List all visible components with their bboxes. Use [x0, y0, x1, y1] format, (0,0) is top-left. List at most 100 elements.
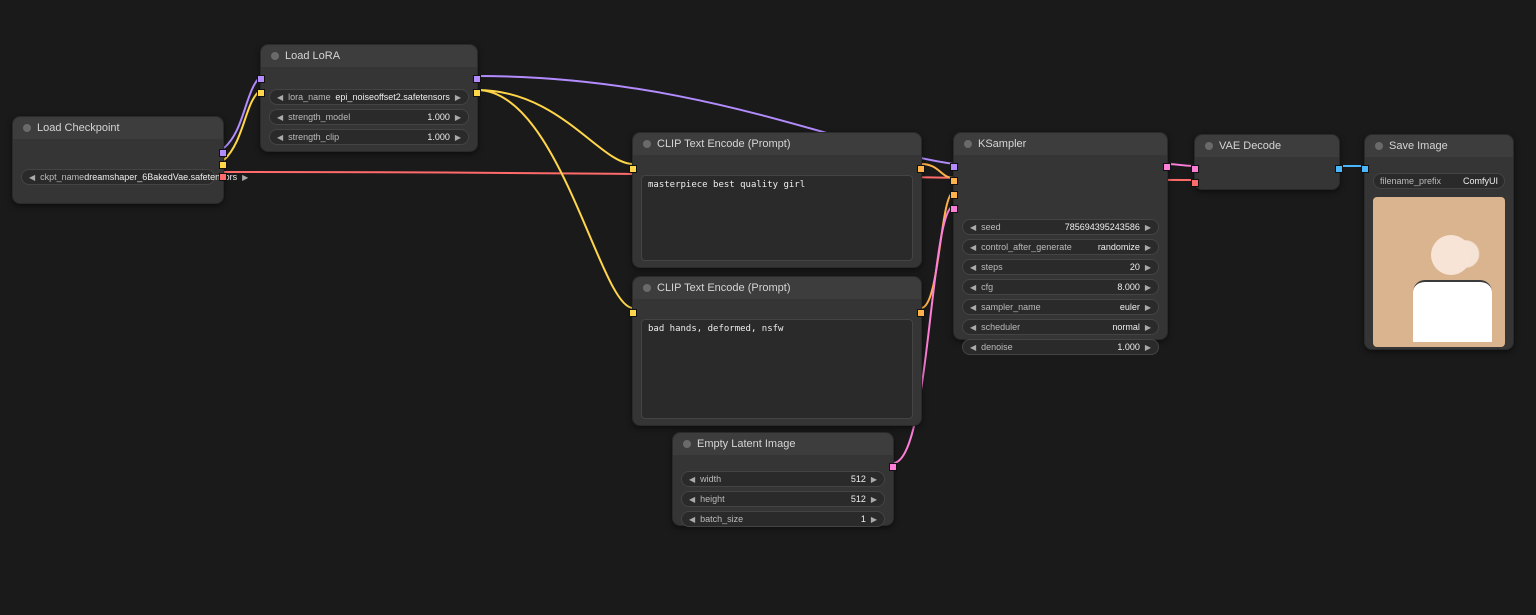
- output-image-preview[interactable]: [1373, 197, 1505, 347]
- widget-height[interactable]: ◀ height 512 ▶: [681, 491, 885, 507]
- node-load-checkpoint[interactable]: Load Checkpoint ◀ ckpt_name dreamshaper_…: [12, 116, 224, 204]
- node-header[interactable]: VAE Decode: [1195, 135, 1339, 157]
- widget-width[interactable]: ◀ width 512 ▶: [681, 471, 885, 487]
- port-clip-out[interactable]: [219, 161, 227, 169]
- port-samples-in[interactable]: [1191, 165, 1199, 173]
- prompt-textarea[interactable]: masterpiece best quality girl: [641, 175, 913, 261]
- port-vae-out[interactable]: [219, 173, 227, 181]
- widget-scheduler[interactable]: ◀ scheduler normal ▶: [962, 319, 1159, 335]
- node-empty-latent-image[interactable]: Empty Latent Image ◀ width 512 ▶ ◀ heigh…: [672, 432, 894, 526]
- port-clip-in[interactable]: [629, 165, 637, 173]
- widget-label: strength_model: [286, 112, 350, 122]
- collapse-dot-icon[interactable]: [271, 52, 279, 60]
- port-latent-in[interactable]: [950, 205, 958, 213]
- arrow-right-icon[interactable]: ▶: [868, 495, 880, 504]
- port-clip-in[interactable]: [629, 309, 637, 317]
- arrow-right-icon[interactable]: ▶: [1142, 303, 1154, 312]
- node-title: Load LoRA: [285, 50, 340, 62]
- collapse-dot-icon[interactable]: [643, 284, 651, 292]
- widget-value: 20: [1003, 262, 1142, 272]
- port-clip-out[interactable]: [473, 89, 481, 97]
- port-images-in[interactable]: [1361, 165, 1369, 173]
- port-negative-in[interactable]: [950, 191, 958, 199]
- arrow-left-icon[interactable]: ◀: [967, 343, 979, 352]
- arrow-right-icon[interactable]: ▶: [452, 113, 464, 122]
- widget-label: cfg: [979, 282, 993, 292]
- arrow-left-icon[interactable]: ◀: [274, 113, 286, 122]
- node-header[interactable]: Save Image: [1365, 135, 1513, 157]
- collapse-dot-icon[interactable]: [1375, 142, 1383, 150]
- node-ksampler[interactable]: KSampler ◀ seed 785694395243586 ▶ ◀ cont…: [953, 132, 1168, 340]
- arrow-left-icon[interactable]: ◀: [274, 133, 286, 142]
- port-clip-in[interactable]: [257, 89, 265, 97]
- arrow-right-icon[interactable]: ▶: [452, 133, 464, 142]
- node-header[interactable]: CLIP Text Encode (Prompt): [633, 133, 921, 155]
- widget-label: width: [698, 474, 721, 484]
- port-model-in[interactable]: [257, 75, 265, 83]
- widget-steps[interactable]: ◀ steps 20 ▶: [962, 259, 1159, 275]
- node-header[interactable]: KSampler: [954, 133, 1167, 155]
- node-clip-text-encode-negative[interactable]: CLIP Text Encode (Prompt) bad hands, def…: [632, 276, 922, 426]
- arrow-left-icon[interactable]: ◀: [686, 515, 698, 524]
- node-header[interactable]: Load LoRA: [261, 45, 477, 67]
- arrow-left-icon[interactable]: ◀: [686, 475, 698, 484]
- widget-filename-prefix[interactable]: filename_prefix ComfyUI: [1373, 173, 1505, 189]
- arrow-right-icon[interactable]: ▶: [1142, 323, 1154, 332]
- port-latent-out[interactable]: [1163, 163, 1171, 171]
- arrow-right-icon[interactable]: ▶: [868, 475, 880, 484]
- port-latent-out[interactable]: [889, 463, 897, 471]
- port-conditioning-out[interactable]: [917, 165, 925, 173]
- port-model-out[interactable]: [219, 149, 227, 157]
- arrow-right-icon[interactable]: ▶: [1142, 223, 1154, 232]
- port-positive-in[interactable]: [950, 177, 958, 185]
- widget-lora-name[interactable]: ◀ lora_name epi_noiseoffset2.safetensors…: [269, 89, 469, 105]
- arrow-left-icon[interactable]: ◀: [26, 173, 38, 182]
- node-load-lora[interactable]: Load LoRA ◀ lora_name epi_noiseoffset2.s…: [260, 44, 478, 152]
- port-image-out[interactable]: [1335, 165, 1343, 173]
- node-title: Empty Latent Image: [697, 438, 795, 450]
- arrow-left-icon[interactable]: ◀: [967, 303, 979, 312]
- arrow-right-icon[interactable]: ▶: [868, 515, 880, 524]
- arrow-left-icon[interactable]: ◀: [967, 283, 979, 292]
- arrow-left-icon[interactable]: ◀: [967, 223, 979, 232]
- widget-label: filename_prefix: [1378, 176, 1441, 186]
- node-save-image[interactable]: Save Image filename_prefix ComfyUI: [1364, 134, 1514, 350]
- arrow-left-icon[interactable]: ◀: [967, 263, 979, 272]
- widget-seed[interactable]: ◀ seed 785694395243586 ▶: [962, 219, 1159, 235]
- widget-sampler-name[interactable]: ◀ sampler_name euler ▶: [962, 299, 1159, 315]
- widget-value: normal: [1020, 322, 1142, 332]
- arrow-left-icon[interactable]: ◀: [274, 93, 286, 102]
- widget-control-after-generate[interactable]: ◀ control_after_generate randomize ▶: [962, 239, 1159, 255]
- port-conditioning-out[interactable]: [917, 309, 925, 317]
- prompt-textarea[interactable]: bad hands, deformed, nsfw: [641, 319, 913, 419]
- widget-strength-model[interactable]: ◀ strength_model 1.000 ▶: [269, 109, 469, 125]
- node-header[interactable]: Empty Latent Image: [673, 433, 893, 455]
- widget-denoise[interactable]: ◀ denoise 1.000 ▶: [962, 339, 1159, 355]
- arrow-right-icon[interactable]: ▶: [1142, 343, 1154, 352]
- arrow-right-icon[interactable]: ▶: [239, 173, 251, 182]
- widget-cfg[interactable]: ◀ cfg 8.000 ▶: [962, 279, 1159, 295]
- widget-value: dreamshaper_6BakedVae.safetensors: [84, 172, 239, 182]
- arrow-left-icon[interactable]: ◀: [967, 323, 979, 332]
- node-vae-decode[interactable]: VAE Decode: [1194, 134, 1340, 190]
- collapse-dot-icon[interactable]: [964, 140, 972, 148]
- arrow-right-icon[interactable]: ▶: [1142, 243, 1154, 252]
- node-header[interactable]: Load Checkpoint: [13, 117, 223, 139]
- widget-batch-size[interactable]: ◀ batch_size 1 ▶: [681, 511, 885, 527]
- arrow-left-icon[interactable]: ◀: [967, 243, 979, 252]
- collapse-dot-icon[interactable]: [643, 140, 651, 148]
- port-model-in[interactable]: [950, 163, 958, 171]
- collapse-dot-icon[interactable]: [23, 124, 31, 132]
- arrow-right-icon[interactable]: ▶: [452, 93, 464, 102]
- port-vae-in[interactable]: [1191, 179, 1199, 187]
- node-clip-text-encode-positive[interactable]: CLIP Text Encode (Prompt) masterpiece be…: [632, 132, 922, 268]
- arrow-right-icon[interactable]: ▶: [1142, 283, 1154, 292]
- arrow-left-icon[interactable]: ◀: [686, 495, 698, 504]
- port-model-out[interactable]: [473, 75, 481, 83]
- widget-ckpt-name[interactable]: ◀ ckpt_name dreamshaper_6BakedVae.safete…: [21, 169, 215, 185]
- arrow-right-icon[interactable]: ▶: [1142, 263, 1154, 272]
- widget-strength-clip[interactable]: ◀ strength_clip 1.000 ▶: [269, 129, 469, 145]
- collapse-dot-icon[interactable]: [1205, 142, 1213, 150]
- node-header[interactable]: CLIP Text Encode (Prompt): [633, 277, 921, 299]
- collapse-dot-icon[interactable]: [683, 440, 691, 448]
